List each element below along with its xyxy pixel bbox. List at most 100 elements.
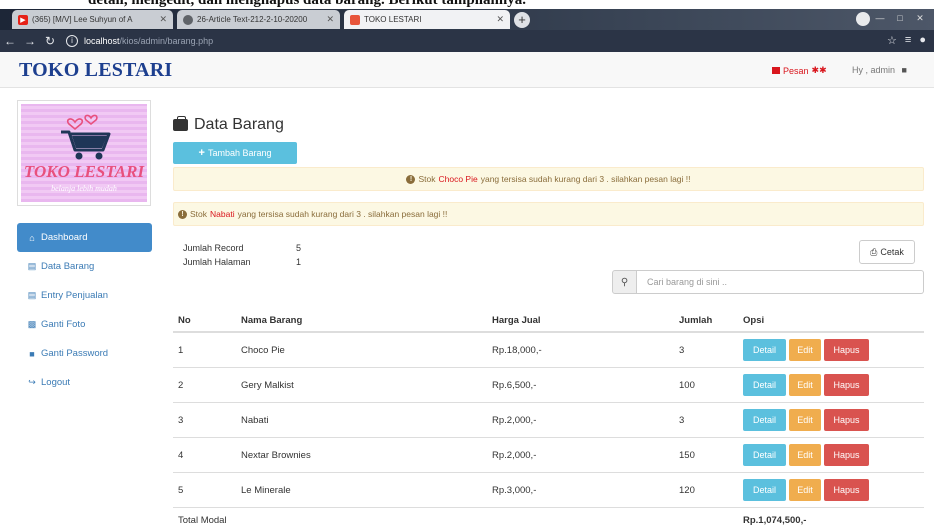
total-modal-label: Total Modal — [178, 514, 227, 526]
database-icon: ▤ — [27, 290, 37, 300]
cell-no: 3 — [178, 414, 184, 426]
row-actions: Detail Edit Hapus — [743, 479, 924, 501]
sidebar-item-entry-penjualan[interactable]: ▤ Entry Penjualan — [17, 281, 152, 310]
user-menu[interactable]: Hy , admin ■ — [852, 65, 907, 75]
edit-button[interactable]: Edit — [789, 479, 821, 501]
database-icon: ▤ — [27, 261, 37, 271]
cell-nama: Nextar Brownies — [241, 449, 311, 461]
forward-icon[interactable]: → — [20, 34, 40, 48]
sidebar-item-ganti-password[interactable]: ■ Ganti Password — [17, 339, 152, 368]
delete-button[interactable]: Hapus — [824, 409, 869, 431]
row-actions: Detail Edit Hapus — [743, 374, 924, 396]
detail-button[interactable]: Detail — [743, 444, 786, 466]
browser-tab-toko-lestari[interactable]: TOKO LESTARI ✕ — [344, 10, 510, 29]
new-tab-button[interactable]: + — [514, 12, 530, 28]
close-tab-icon[interactable]: ✕ — [322, 14, 334, 25]
shopping-cart-icon — [61, 114, 111, 160]
cell-jumlah: 120 — [679, 484, 695, 496]
cell-jumlah: 3 — [679, 414, 685, 426]
add-item-button[interactable]: + Tambah Barang — [173, 142, 297, 164]
row-actions: Detail Edit Hapus — [743, 339, 924, 361]
logo-image: TOKO LESTARI belanja lebih mudah — [21, 104, 147, 202]
cell-jumlah: 150 — [679, 449, 695, 461]
col-header-opsi: Opsi — [743, 314, 765, 326]
edit-button[interactable]: Edit — [789, 409, 821, 431]
delete-button[interactable]: Hapus — [824, 444, 869, 466]
cell-harga: Rp.18,000,- — [492, 344, 542, 356]
browser-tab-youtube[interactable]: ▶ (365) [M/V] Lee Suhyun of A ✕ — [12, 10, 173, 29]
low-stock-alert: ! Stok Choco Pie yang tersisa sudah kura… — [173, 167, 924, 191]
info-icon[interactable]: i — [66, 35, 78, 47]
col-header-no: No — [178, 314, 191, 326]
items-table: No Nama Barang Harga Jual Jumlah Opsi 1 … — [173, 309, 924, 529]
user-icon: ■ — [901, 65, 907, 75]
brand-title[interactable]: TOKO LESTARI — [19, 59, 172, 82]
profile-icon[interactable] — [856, 12, 870, 26]
url-field[interactable]: i localhost/kios/admin/barang.php — [66, 33, 826, 50]
maximize-icon[interactable]: □ — [892, 11, 908, 25]
sidebar-item-dashboard[interactable]: ⌂ Dashboard — [17, 223, 152, 252]
jumlah-halaman-value: 1 — [296, 257, 302, 267]
logo-title: TOKO LESTARI — [23, 162, 145, 181]
site-favicon-icon — [350, 14, 360, 25]
cell-no: 1 — [178, 344, 184, 356]
sidebar-item-ganti-foto[interactable]: ▩ Ganti Foto — [17, 310, 152, 339]
extensions-icon[interactable]: ≡ — [905, 34, 911, 47]
search-input[interactable] — [637, 270, 924, 294]
home-icon: ⌂ — [29, 232, 35, 243]
logout-icon: ↪ — [28, 377, 36, 387]
minimize-icon[interactable]: — — [872, 11, 888, 25]
back-icon[interactable]: ← — [0, 34, 20, 48]
store-logo: TOKO LESTARI belanja lebih mudah — [17, 100, 151, 206]
cell-nama: Choco Pie — [241, 344, 285, 356]
sidebar-item-logout[interactable]: ↪ Logout — [17, 368, 152, 397]
reload-icon[interactable]: ↻ — [40, 34, 60, 48]
close-tab-icon[interactable]: ✕ — [155, 14, 167, 25]
sidebar-menu: ⌂ Dashboard ▤ Data Barang ▤ Entry Penjua… — [17, 223, 152, 397]
bookmark-star-icon[interactable]: ☆ — [887, 34, 897, 47]
detail-button[interactable]: Detail — [743, 339, 786, 361]
edit-button[interactable]: Edit — [789, 339, 821, 361]
cell-nama: Nabati — [241, 414, 269, 426]
close-window-icon[interactable]: ✕ — [912, 11, 928, 25]
col-header-jumlah: Jumlah — [679, 314, 713, 326]
detail-button[interactable]: Detail — [743, 409, 786, 431]
col-header-harga: Harga Jual — [492, 314, 541, 326]
table-row: 5 Le Minerale Rp.3,000,- 120 Detail Edit… — [173, 473, 924, 508]
print-button[interactable]: ⎙ Cetak — [859, 240, 915, 264]
lock-icon: ■ — [29, 348, 35, 359]
delete-button[interactable]: Hapus — [824, 479, 869, 501]
cell-harga: Rp.3,000,- — [492, 484, 537, 496]
window-controls: — □ ✕ — [872, 11, 928, 25]
document-text-fragment: detail, mengedit, dan menghapus data bar… — [0, 0, 934, 9]
col-header-nama: Nama Barang — [241, 314, 303, 326]
browser-tab-bar: ▶ (365) [M/V] Lee Suhyun of A ✕ 26-Artic… — [0, 9, 934, 30]
jumlah-record-label: Jumlah Record — [183, 243, 244, 253]
sidebar-item-data-barang[interactable]: ▤ Data Barang — [17, 252, 152, 281]
exclamation-icon: ! — [406, 174, 416, 184]
detail-button[interactable]: Detail — [743, 479, 786, 501]
pesan-link[interactable]: Pesan ✱✱ — [772, 65, 827, 76]
cell-jumlah: 100 — [679, 379, 695, 391]
total-modal-value: Rp.1,074,500,- — [743, 514, 807, 526]
row-actions: Detail Edit Hapus — [743, 444, 924, 466]
delete-button[interactable]: Hapus — [824, 339, 869, 361]
picture-icon: ▩ — [27, 319, 37, 329]
close-tab-icon[interactable]: ✕ — [492, 14, 504, 25]
app-navbar: TOKO LESTARI Pesan ✱✱ Hy , admin ■ — [0, 52, 934, 88]
record-summary: Jumlah Record 5 Jumlah Halaman 1 — [183, 241, 301, 269]
cell-no: 4 — [178, 449, 184, 461]
delete-button[interactable]: Hapus — [824, 374, 869, 396]
logo-tagline: belanja lebih mudah — [51, 184, 117, 193]
detail-button[interactable]: Detail — [743, 374, 786, 396]
edit-button[interactable]: Edit — [789, 444, 821, 466]
account-icon[interactable]: ● — [919, 34, 926, 47]
page-title: Data Barang — [173, 116, 284, 134]
plus-icon: + — [198, 147, 205, 159]
table-row: 2 Gery Malkist Rp.6,500,- 100 Detail Edi… — [173, 368, 924, 403]
browser-tab-article[interactable]: 26-Article Text-212-2-10-20200 ✕ — [177, 10, 340, 29]
edit-button[interactable]: Edit — [789, 374, 821, 396]
cell-nama: Le Minerale — [241, 484, 291, 496]
briefcase-icon — [173, 116, 188, 131]
globe-icon — [183, 14, 193, 25]
